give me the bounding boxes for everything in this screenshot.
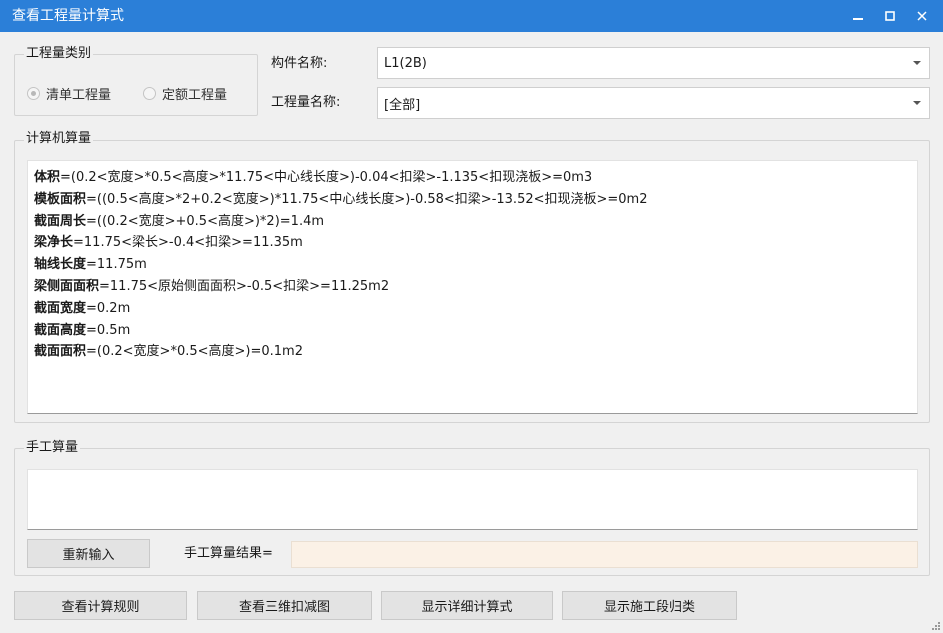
manual-calc-input[interactable] [27,469,918,530]
component-name-value: L1(2B) [384,55,427,71]
calc-line-expr: =((0.2<宽度>+0.5<高度>)*2)=1.4m [86,213,325,229]
calc-lines: 体积=(0.2<宽度>*0.5<高度>*11.75<中心线长度>)-0.04<扣… [28,161,917,369]
radio-bill-quantity[interactable]: 清单工程量 [27,84,111,103]
title-bar[interactable]: 查看工程量计算式 [0,0,943,32]
minimize-icon[interactable] [842,0,874,32]
radio-quota-quantity[interactable]: 定额工程量 [143,84,227,103]
computer-calc-legend: 计算机算量 [24,131,94,147]
calc-line-key: 截面宽度 [34,300,87,316]
calc-line: 截面周长=((0.2<宽度>+0.5<高度>)*2)=1.4m [34,211,911,233]
component-name-label: 构件名称: [271,56,328,71]
quantity-name-label: 工程量名称: [271,95,341,110]
reenter-button[interactable]: 重新输入 [27,539,150,568]
calc-line-key: 梁侧面面积 [34,278,100,294]
calc-line-expr: =(0.2<宽度>*0.5<高度>)=0.1m2 [86,344,303,360]
chevron-down-icon[interactable] [913,61,921,65]
calc-line: 截面面积=(0.2<宽度>*0.5<高度>)=0.1m2 [34,341,911,363]
component-name-select[interactable]: L1(2B) [377,47,930,79]
manual-result-field [291,541,918,568]
show-segment-button[interactable]: 显示施工段归类 [562,591,737,620]
calc-line-key: 截面面积 [34,344,87,360]
calc-line: 体积=(0.2<宽度>*0.5<高度>*11.75<中心线长度>)-0.04<扣… [34,167,911,189]
calc-line: 梁净长=11.75<梁长>-0.4<扣梁>=11.35m [34,232,911,254]
quantity-name-value: [全部] [384,97,421,113]
radio-quota-dot[interactable] [143,87,156,100]
calc-line-key: 轴线长度 [34,257,87,273]
view-rules-button[interactable]: 查看计算规则 [14,591,187,620]
calc-line-key: 梁净长 [34,235,74,251]
calc-line-expr: =0.2m [86,300,131,316]
view-3d-button[interactable]: 查看三维扣减图 [197,591,372,620]
calc-line-key: 截面周长 [34,213,87,229]
calc-line: 截面高度=0.5m [34,320,911,342]
manual-result-label: 手工算量结果= [184,546,273,561]
quantity-type-legend: 工程量类别 [24,46,94,62]
calc-line: 梁侧面面积=11.75<原始侧面面积>-0.5<扣梁>=11.25m2 [34,276,911,298]
calc-line-expr: =11.75m [86,257,147,273]
calc-line: 轴线长度=11.75m [34,254,911,276]
calc-line-expr: =11.75<原始侧面面积>-0.5<扣梁>=11.25m2 [99,278,390,294]
maximize-icon[interactable] [874,0,906,32]
calc-line: 模板面积=((0.5<高度>*2+0.2<宽度>)*11.75<中心线长度>)-… [34,189,911,211]
radio-quota-label: 定额工程量 [162,88,228,103]
calc-line-key: 模板面积 [34,191,87,207]
show-detail-button[interactable]: 显示详细计算式 [381,591,553,620]
resize-grip-icon[interactable] [931,621,941,631]
radio-bill-dot[interactable] [27,87,40,100]
calc-line-expr: =11.75<梁长>-0.4<扣梁>=11.35m [73,235,303,251]
calc-line: 截面宽度=0.2m [34,298,911,320]
manual-calc-legend: 手工算量 [24,440,81,456]
close-icon[interactable] [906,0,938,32]
computer-calc-textarea[interactable]: 体积=(0.2<宽度>*0.5<高度>*11.75<中心线长度>)-0.04<扣… [27,160,918,414]
window-title: 查看工程量计算式 [12,8,124,24]
calc-line-expr: =0.5m [86,322,131,338]
quantity-name-select[interactable]: [全部] [377,87,930,119]
calc-line-expr: =(0.2<宽度>*0.5<高度>*11.75<中心线长度>)-0.04<扣梁>… [60,170,593,185]
calc-line-expr: =((0.5<高度>*2+0.2<宽度>)*11.75<中心线长度>)-0.58… [86,191,648,207]
radio-bill-label: 清单工程量 [46,88,112,103]
calc-line-key: 体积 [34,170,61,185]
chevron-down-icon[interactable] [913,101,921,105]
calc-line-key: 截面高度 [34,322,87,338]
